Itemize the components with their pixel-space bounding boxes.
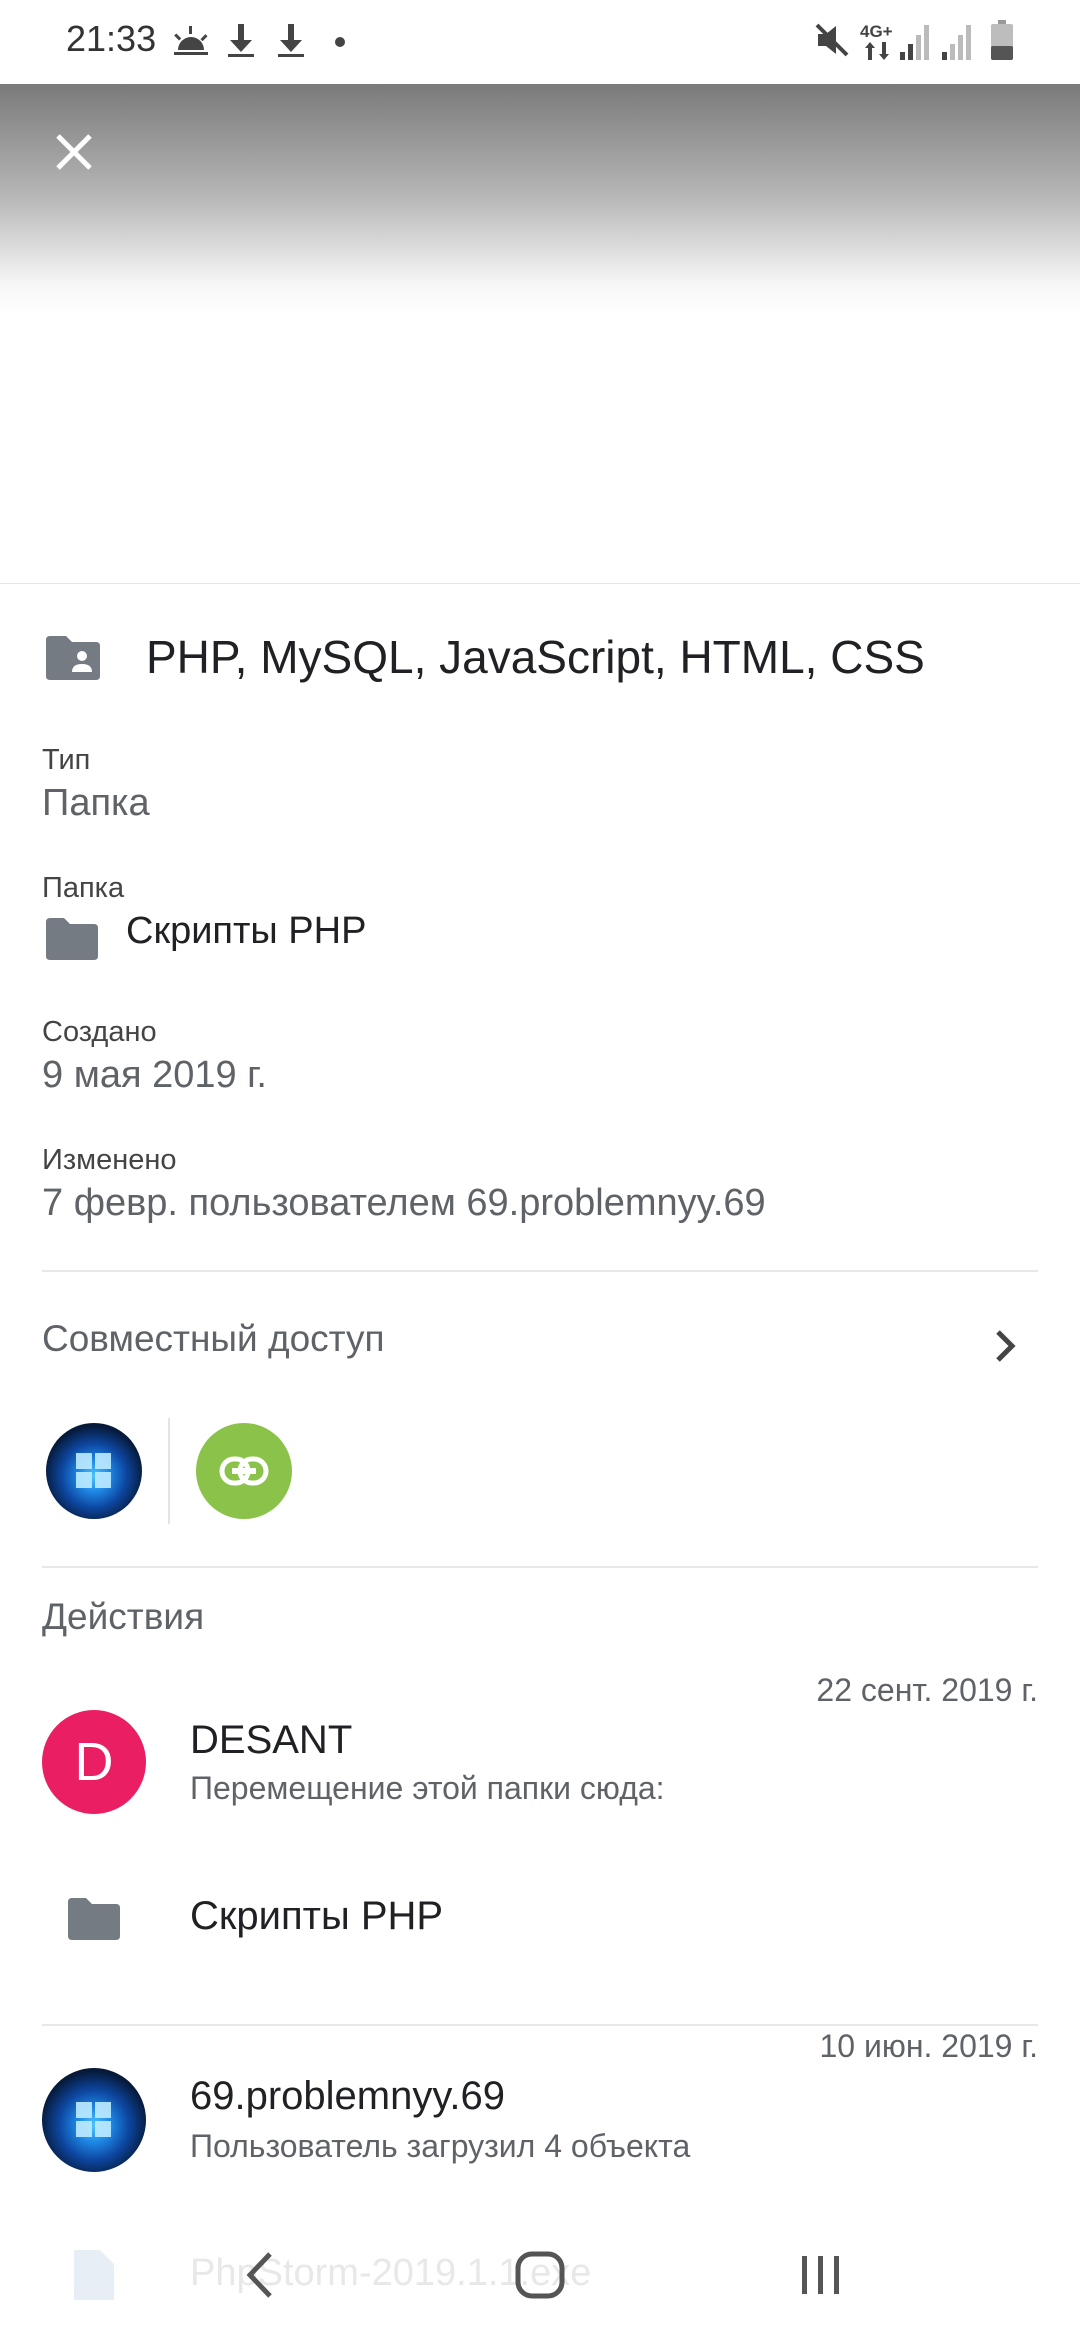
activity-user-name: 69.problemnyy.69 [190, 2074, 505, 2118]
activity-description: Перемещение этой папки сюда: [190, 1770, 665, 1806]
status-bar: 21:33 4G+ [0, 0, 1080, 84]
signal-icon [942, 25, 971, 60]
user-avatar[interactable] [46, 1423, 142, 1519]
preview-header [0, 84, 1080, 584]
modified-label: Изменено [42, 1144, 177, 1176]
download-icon [228, 24, 254, 57]
shared-folder-icon [46, 636, 100, 680]
windows-logo-icon [76, 1453, 112, 1489]
data-arrows-icon [865, 42, 889, 60]
link-icon [219, 1456, 269, 1486]
created-value: 9 мая 2019 г. [42, 1054, 267, 1096]
sharing-title: Совместный доступ [42, 1318, 385, 1359]
target-folder-name: Скрипты PHP [190, 1894, 444, 1938]
divider [42, 1270, 1038, 1272]
mute-icon [815, 23, 849, 57]
back-button[interactable] [240, 2240, 280, 2310]
divider [42, 1566, 1038, 1568]
type-value: Папка [42, 782, 150, 824]
weather-icon [174, 26, 208, 55]
activity-date: 10 июн. 2019 г. [819, 2028, 1038, 2064]
windows-logo-icon [76, 2102, 112, 2138]
avatar[interactable]: D [42, 1710, 146, 1814]
divider [42, 2024, 1038, 2026]
header-divider [0, 583, 1080, 584]
battery-icon [991, 20, 1013, 60]
dot-icon [335, 37, 345, 47]
folder-icon [68, 1898, 120, 1940]
file-icon [74, 2250, 114, 2300]
folder-value: Скрипты PHP [126, 910, 367, 952]
network-type: 4G+ [860, 22, 893, 41]
home-button[interactable] [512, 2240, 568, 2310]
file-title: PHP, MySQL, JavaScript, HTML, CSS [146, 631, 925, 683]
avatar-divider [168, 1418, 170, 1524]
recent-apps-button[interactable] [796, 2240, 846, 2310]
status-time: 21:33 [66, 18, 157, 59]
chevron-right-icon [996, 1330, 1016, 1362]
download-icon [278, 24, 304, 57]
folder-label: Папка [42, 872, 125, 904]
signal-icon [900, 25, 929, 60]
modified-value: 7 февр. пользователем 69.problemnyy.69 [42, 1182, 766, 1224]
close-button[interactable] [42, 120, 106, 184]
activity-description: Пользователь загрузил 4 объекта [190, 2128, 691, 2164]
folder-icon [46, 918, 98, 960]
type-label: Тип [42, 744, 91, 776]
avatar[interactable] [42, 2068, 146, 2172]
activity-title: Действия [42, 1596, 205, 1637]
close-icon [56, 134, 92, 170]
activity-date: 22 сент. 2019 г. [816, 1672, 1038, 1708]
activity-user-name: DESANT [190, 1718, 353, 1762]
created-label: Создано [42, 1016, 157, 1048]
link-sharing-button[interactable] [196, 1423, 292, 1519]
